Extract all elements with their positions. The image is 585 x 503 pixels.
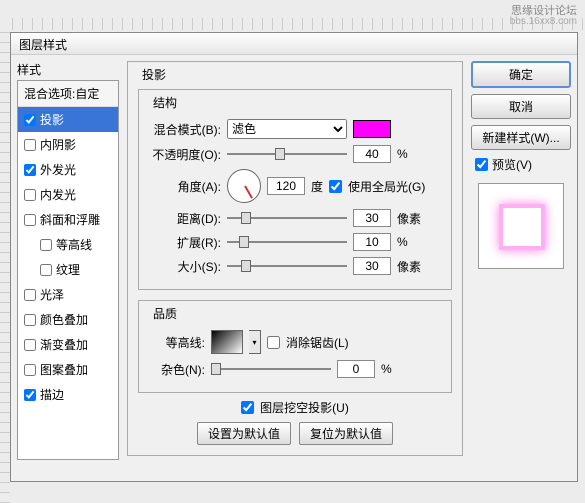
size-label: 大小(S):	[149, 258, 221, 275]
preview-shape	[499, 204, 545, 250]
reset-default-button[interactable]: 复位为默认值	[299, 422, 393, 445]
pct-2: %	[397, 235, 408, 249]
size-input[interactable]	[353, 257, 391, 275]
style-item-label-10: 图案叠加	[40, 361, 88, 378]
style-item-label-2: 外发光	[40, 161, 76, 178]
ok-button[interactable]: 确定	[471, 61, 571, 88]
style-item-0[interactable]: 投影	[18, 107, 118, 132]
style-item-label-3: 内发光	[40, 186, 76, 203]
style-item-label-11: 描边	[40, 386, 64, 403]
noise-slider[interactable]	[211, 368, 331, 370]
style-item-check-8[interactable]	[24, 314, 36, 326]
degree-label: 度	[311, 178, 323, 195]
style-item-label-4: 斜面和浮雕	[40, 211, 100, 228]
blend-mode-label: 混合模式(B):	[149, 121, 221, 138]
styles-header: 样式	[17, 61, 119, 78]
style-item-check-1[interactable]	[24, 139, 36, 151]
style-item-check-6[interactable]	[40, 264, 52, 276]
ruler-horizontal	[12, 18, 585, 30]
set-default-button[interactable]: 设置为默认值	[197, 422, 291, 445]
style-item-2[interactable]: 外发光	[18, 157, 118, 182]
opacity-slider[interactable]	[227, 153, 347, 155]
preview-label: 预览(V)	[492, 156, 532, 173]
style-item-5[interactable]: 等高线	[18, 232, 118, 257]
style-item-label-6: 纹理	[56, 261, 80, 278]
style-item-label-7: 光泽	[40, 286, 64, 303]
angle-dial[interactable]	[227, 169, 261, 203]
cancel-button[interactable]: 取消	[471, 94, 571, 119]
style-item-check-3[interactable]	[24, 189, 36, 201]
angle-label: 角度(A):	[149, 178, 221, 195]
spread-label: 扩展(R):	[149, 234, 221, 251]
spread-input[interactable]	[353, 233, 391, 251]
blend-mode-select[interactable]: 滤色	[227, 119, 347, 139]
knockout-label: 图层挖空投影(U)	[260, 399, 349, 416]
center-panel: 投影 结构 混合模式(B): 滤色 不透明度(O): %	[127, 61, 463, 475]
ruler-vertical	[0, 30, 10, 503]
style-item-6[interactable]: 纹理	[18, 257, 118, 282]
global-light-check[interactable]	[329, 180, 342, 193]
style-item-1[interactable]: 内阴影	[18, 132, 118, 157]
quality-group: 品质 等高线: ▾ 消除锯齿(L) 杂色(N): %	[138, 300, 452, 393]
structure-title: 结构	[149, 94, 181, 111]
contour-label: 等高线:	[149, 334, 205, 351]
preview-check[interactable]	[475, 158, 488, 171]
px-2: 像素	[397, 258, 421, 275]
pct-3: %	[381, 362, 392, 376]
pct-1: %	[397, 147, 408, 161]
layer-style-dialog: 图层样式 样式 混合选项:自定 投影内阴影外发光内发光斜面和浮雕等高线纹理光泽颜…	[10, 32, 578, 482]
dialog-title: 图层样式	[11, 33, 577, 55]
antialias-check[interactable]	[267, 336, 280, 349]
right-panel: 确定 取消 新建样式(W)... 预览(V)	[471, 61, 571, 475]
style-item-check-11[interactable]	[24, 389, 36, 401]
opacity-input[interactable]	[353, 145, 391, 163]
style-item-check-9[interactable]	[24, 339, 36, 351]
style-item-11[interactable]: 描边	[18, 382, 118, 407]
new-style-button[interactable]: 新建样式(W)...	[471, 125, 571, 150]
style-item-check-10[interactable]	[24, 364, 36, 376]
style-item-check-2[interactable]	[24, 164, 36, 176]
global-light-label: 使用全局光(G)	[348, 178, 425, 195]
watermark-2: bbs.16xx8.com	[510, 16, 577, 27]
blend-options-item[interactable]: 混合选项:自定	[18, 81, 118, 107]
style-item-label-9: 渐变叠加	[40, 336, 88, 353]
distance-label: 距离(D):	[149, 210, 221, 227]
contour-preview[interactable]	[211, 330, 243, 354]
style-item-7[interactable]: 光泽	[18, 282, 118, 307]
style-item-check-4[interactable]	[24, 214, 36, 226]
angle-input[interactable]	[267, 177, 305, 195]
style-item-check-7[interactable]	[24, 289, 36, 301]
style-item-8[interactable]: 颜色叠加	[18, 307, 118, 332]
opacity-label: 不透明度(O):	[149, 146, 221, 163]
px-1: 像素	[397, 210, 421, 227]
style-item-3[interactable]: 内发光	[18, 182, 118, 207]
preview-box	[478, 183, 564, 269]
style-item-label-1: 内阴影	[40, 136, 76, 153]
drop-shadow-fieldset: 投影 结构 混合模式(B): 滤色 不透明度(O): %	[127, 61, 463, 456]
spread-slider[interactable]	[227, 241, 347, 243]
style-item-label-0: 投影	[40, 111, 64, 128]
center-title: 投影	[138, 66, 170, 83]
style-item-10[interactable]: 图案叠加	[18, 357, 118, 382]
structure-group: 结构 混合模式(B): 滤色 不透明度(O): % 角度(A):	[138, 89, 452, 290]
style-item-4[interactable]: 斜面和浮雕	[18, 207, 118, 232]
style-item-check-5[interactable]	[40, 239, 52, 251]
antialias-label: 消除锯齿(L)	[286, 334, 349, 351]
styles-list: 混合选项:自定 投影内阴影外发光内发光斜面和浮雕等高线纹理光泽颜色叠加渐变叠加图…	[17, 80, 119, 460]
noise-label: 杂色(N):	[149, 361, 205, 378]
style-item-check-0[interactable]	[24, 114, 36, 126]
size-slider[interactable]	[227, 265, 347, 267]
quality-title: 品质	[149, 305, 181, 322]
style-item-9[interactable]: 渐变叠加	[18, 332, 118, 357]
style-item-label-8: 颜色叠加	[40, 311, 88, 328]
contour-dropdown[interactable]: ▾	[249, 330, 261, 354]
left-panel: 样式 混合选项:自定 投影内阴影外发光内发光斜面和浮雕等高线纹理光泽颜色叠加渐变…	[17, 61, 119, 475]
color-swatch[interactable]	[353, 120, 391, 138]
distance-input[interactable]	[353, 209, 391, 227]
knockout-check[interactable]	[241, 401, 254, 414]
style-item-label-5: 等高线	[56, 236, 92, 253]
distance-slider[interactable]	[227, 217, 347, 219]
noise-input[interactable]	[337, 360, 375, 378]
